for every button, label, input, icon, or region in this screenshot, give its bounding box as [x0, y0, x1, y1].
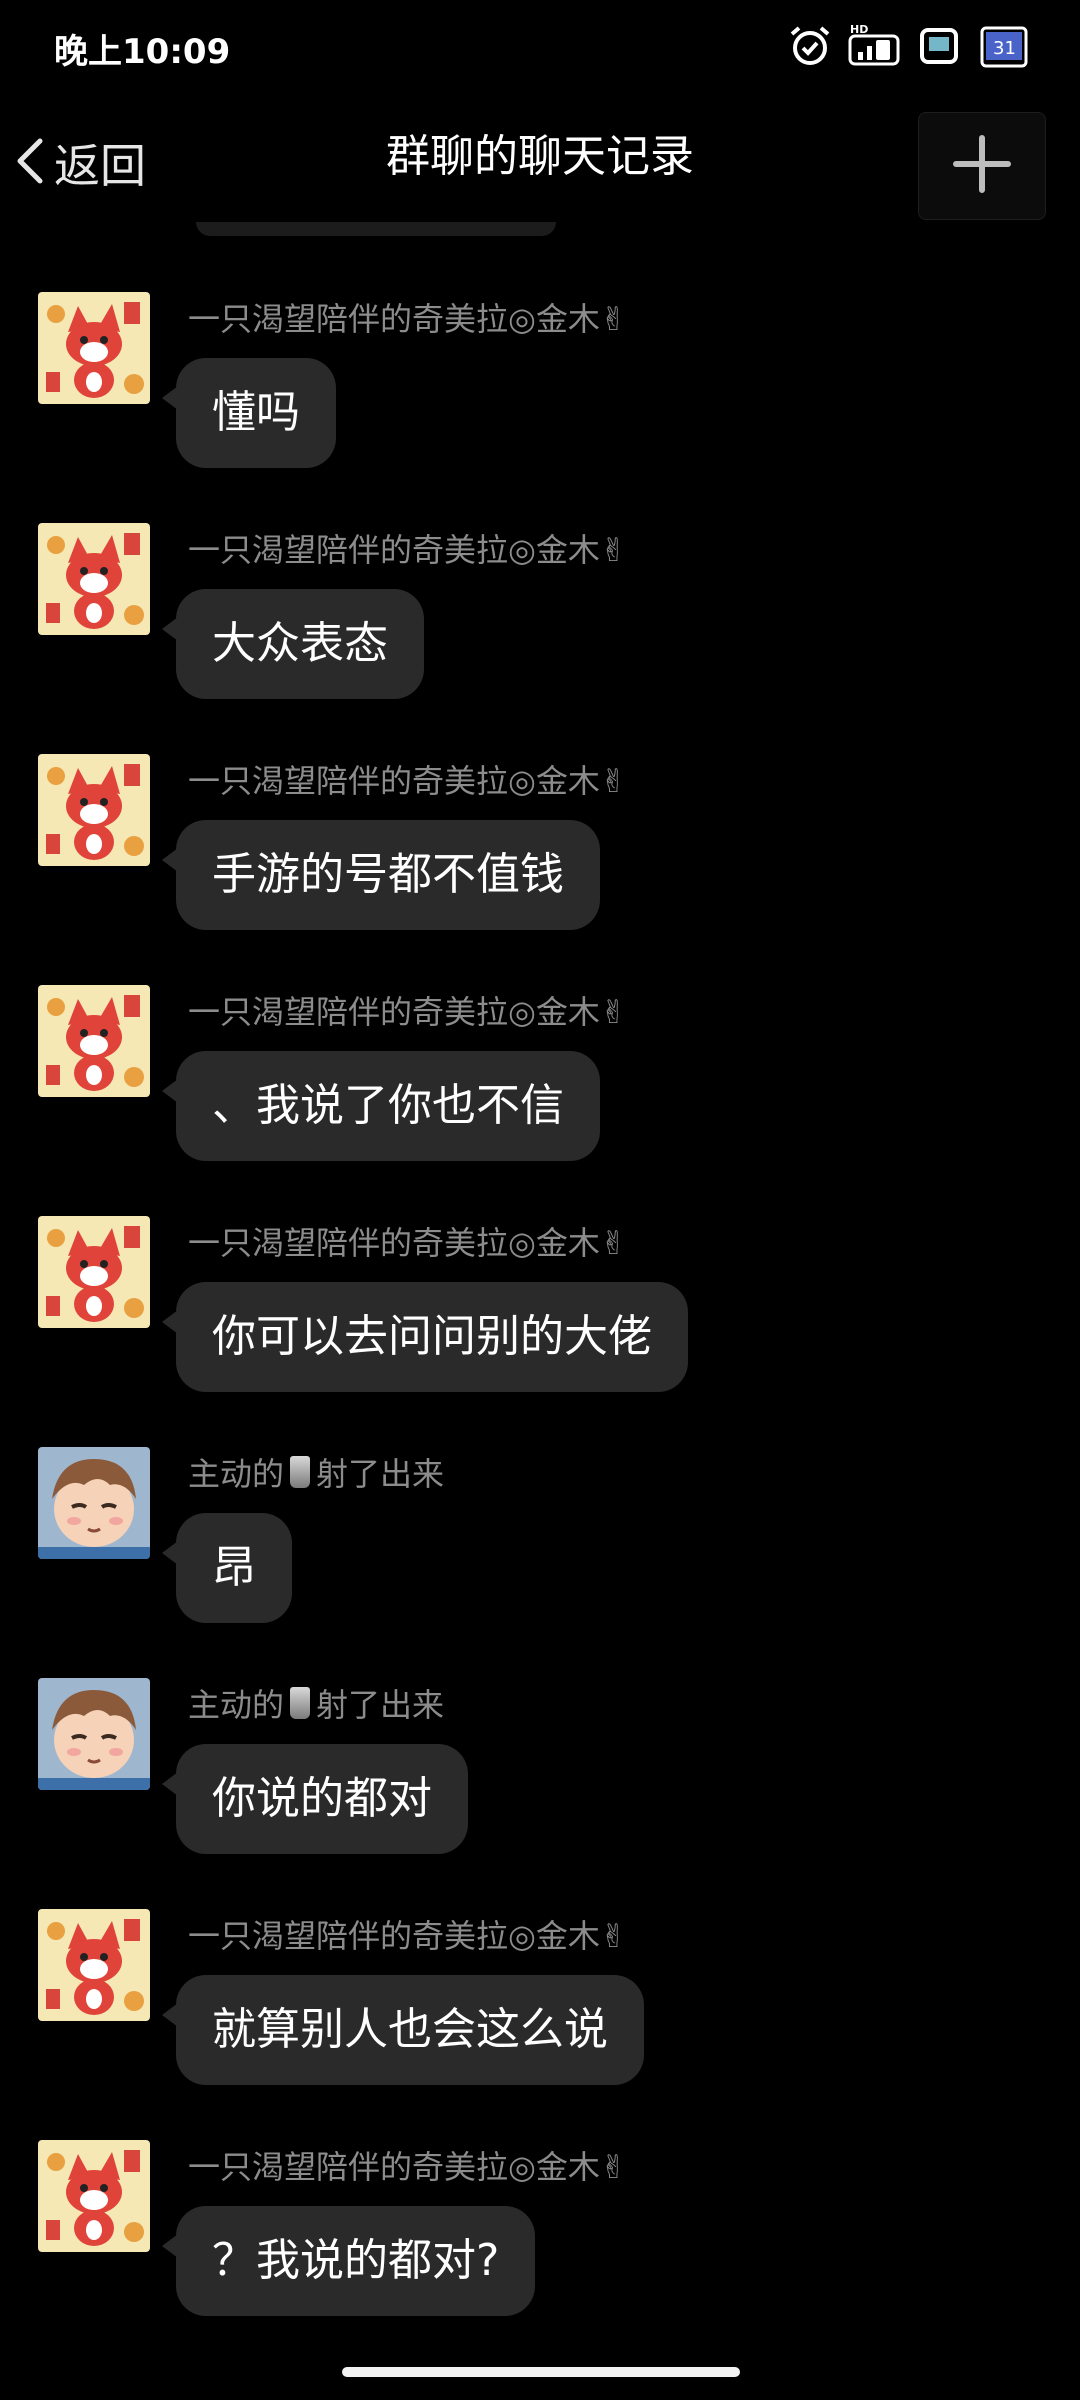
avatar[interactable]	[38, 1909, 150, 2021]
calendar-icon: 31	[978, 22, 1032, 70]
message-item: 一只渴望陪伴的奇美拉◎金木✌ 你可以去问问别的大佬	[0, 1214, 1080, 1445]
cup-icon	[290, 1456, 311, 1488]
sender-name: 一只渴望陪伴的奇美拉◎金木✌	[188, 2148, 627, 2186]
message-bubble[interactable]: ？我说的都对?	[161, 2206, 536, 2316]
sender-name: 一只渴望陪伴的奇美拉◎金木✌	[188, 1224, 627, 1262]
hd-label: HD	[850, 23, 868, 36]
red-fox-avatar	[38, 985, 150, 1097]
message-item: 一只渴望陪伴的奇美拉◎金木✌ 就算别人也会这么说	[0, 1907, 1080, 2138]
message-bubble[interactable]: 昂	[162, 1513, 292, 1623]
status-bar: 晚上10:09 HD 31	[0, 0, 1080, 100]
red-fox-avatar	[38, 523, 150, 635]
sender-name: 主动的 射了出来	[188, 1680, 444, 1726]
cup-icon	[290, 1687, 311, 1719]
sender-name: 一只渴望陪伴的奇美拉◎金木✌	[188, 1917, 627, 1955]
avatar[interactable]	[38, 292, 150, 404]
title-bar: 返回 群聊的聊天记录	[0, 100, 1080, 230]
message-list: 一只渴望陪伴的奇美拉◎金木✌ 懂吗 一只渴望陪伴的奇美拉◎金木✌ 大众表态 一只…	[0, 290, 1080, 2369]
message-bubble[interactable]: 懂吗	[162, 358, 336, 468]
sim-icon	[916, 22, 964, 70]
status-time: 晚上10:09	[54, 32, 231, 72]
red-fox-avatar	[38, 2140, 150, 2252]
message-bubble[interactable]: 大众表态	[162, 589, 424, 699]
sender-name: 一只渴望陪伴的奇美拉◎金木✌	[188, 993, 627, 1031]
red-fox-avatar	[38, 1216, 150, 1328]
sender-name-suffix: 射了出来	[316, 1686, 445, 1724]
message-item: 一只渴望陪伴的奇美拉◎金木✌ 、我说了你也不信	[0, 983, 1080, 1214]
avatar[interactable]	[38, 1216, 150, 1328]
message-bubble[interactable]: 你说的都对	[162, 1744, 468, 1854]
alarm-icon	[786, 22, 834, 70]
message-bubble[interactable]: 你可以去问问别的大佬	[162, 1282, 688, 1392]
sender-name-suffix: 射了出来	[316, 1455, 445, 1493]
avatar[interactable]	[38, 1678, 150, 1790]
message-item: 一只渴望陪伴的奇美拉◎金木✌ 手游的号都不值钱	[0, 752, 1080, 983]
avatar[interactable]	[38, 523, 150, 635]
anime-boy-avatar	[38, 1447, 150, 1559]
avatar[interactable]	[38, 985, 150, 1097]
sender-name: 主动的 射了出来	[188, 1449, 444, 1495]
message-bubble[interactable]: 就算别人也会这么说	[162, 1975, 644, 2085]
message-bubble[interactable]: 手游的号都不值钱	[162, 820, 600, 930]
sender-name: 一只渴望陪伴的奇美拉◎金木✌	[188, 762, 627, 800]
message-item: 主动的 射了出来 昂	[0, 1445, 1080, 1676]
message-item: 一只渴望陪伴的奇美拉◎金木✌ 懂吗	[0, 290, 1080, 521]
plus-icon	[950, 132, 1014, 200]
sender-name: 一只渴望陪伴的奇美拉◎金木✌	[188, 300, 627, 338]
calendar-day: 31	[993, 38, 1016, 59]
status-icons: HD 31	[786, 22, 1032, 70]
red-fox-avatar	[38, 1909, 150, 2021]
message-bubble[interactable]: 、我说了你也不信	[162, 1051, 600, 1161]
anime-boy-avatar	[38, 1678, 150, 1790]
add-button[interactable]	[918, 112, 1046, 220]
sender-name: 一只渴望陪伴的奇美拉◎金木✌	[188, 531, 627, 569]
sender-name-prefix: 主动的	[188, 1686, 285, 1724]
home-indicator[interactable]	[342, 2367, 740, 2377]
message-item: 主动的 射了出来 你说的都对	[0, 1676, 1080, 1907]
previous-message-edge	[196, 222, 556, 236]
message-item: 一只渴望陪伴的奇美拉◎金木✌ 大众表态	[0, 521, 1080, 752]
red-fox-avatar	[38, 292, 150, 404]
hd-signal-icon: HD	[848, 22, 902, 70]
sender-name-prefix: 主动的	[188, 1455, 285, 1493]
avatar[interactable]	[38, 2140, 150, 2252]
message-item: 一只渴望陪伴的奇美拉◎金木✌ ？我说的都对?	[0, 2138, 1080, 2369]
avatar[interactable]	[38, 754, 150, 866]
avatar[interactable]	[38, 1447, 150, 1559]
red-fox-avatar	[38, 754, 150, 866]
